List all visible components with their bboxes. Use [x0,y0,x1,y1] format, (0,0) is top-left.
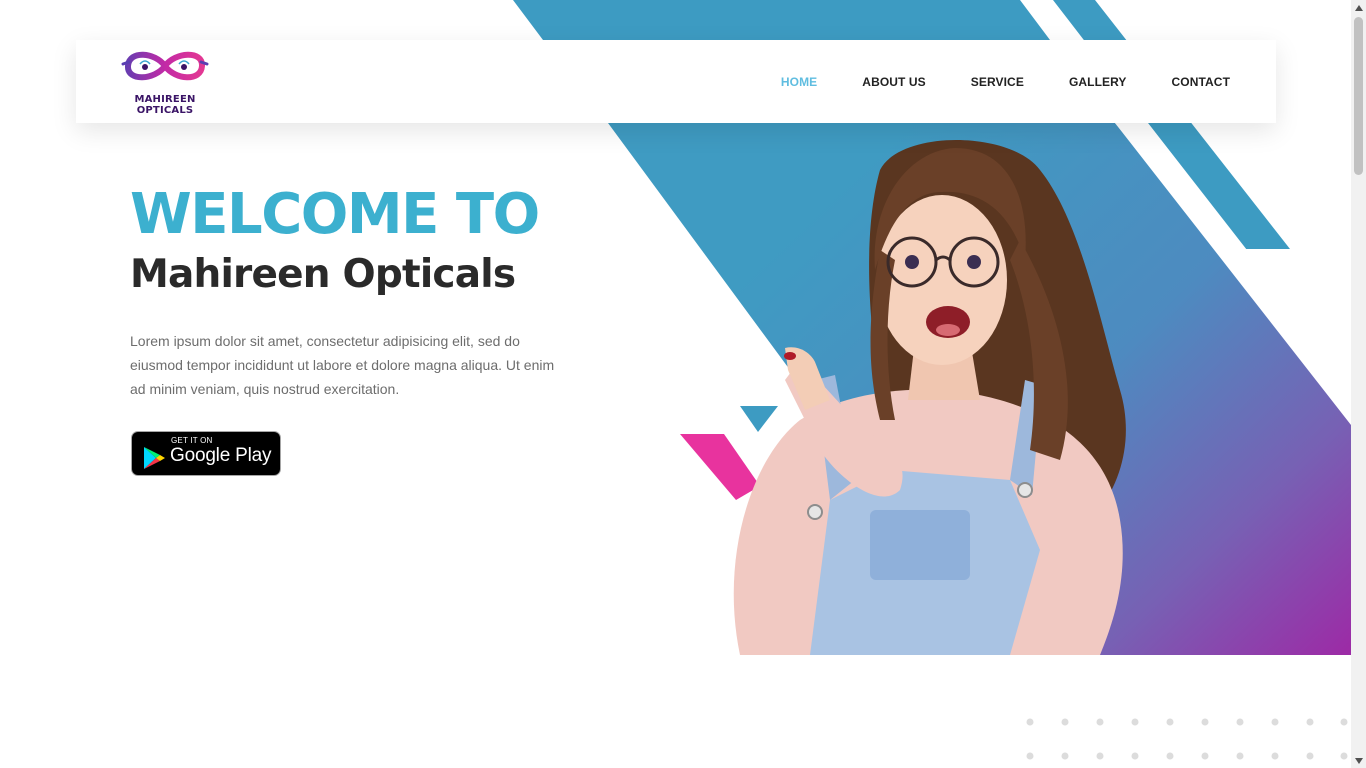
brand-logo[interactable]: MAHIREEN OPTICALS [120,44,210,120]
triangle-up-icon[interactable] [1351,0,1366,15]
nav-item-gallery[interactable]: GALLERY [1069,75,1127,89]
nav-item-contact[interactable]: CONTACT [1172,75,1230,89]
main-nav: HOME ABOUT US SERVICE GALLERY CONTACT [781,40,1230,123]
google-play-icon [144,447,165,469]
logo-line-1: MAHIREEN [134,94,196,105]
google-play-small-text: GET IT ON [171,436,213,445]
nav-item-service[interactable]: SERVICE [971,75,1024,89]
page-viewport: MAHIREEN OPTICALS HOME ABOUT US SERVICE … [0,0,1351,768]
top-band-shape [513,0,1050,40]
triangle-down-icon[interactable] [1351,753,1366,768]
scrollbar-thumb[interactable] [1354,17,1363,175]
google-play-button[interactable]: GET IT ON Google Play [131,431,281,476]
vertical-scrollbar[interactable] [1351,0,1366,768]
infinity-glasses-logo-icon [121,51,209,81]
decorative-dot-grid [1026,718,1348,760]
hero-woman-image [733,140,1126,655]
hero-title-welcome: WELCOME TO [130,182,540,247]
nav-item-about-us[interactable]: ABOUT US [862,75,925,89]
logo-wordmark: MAHIREEN OPTICALS [120,94,210,116]
logo-line-2: OPTICALS [136,105,194,116]
google-play-big-text: Google Play [170,445,272,466]
hero-title-brand: Mahireen Opticals [130,252,516,297]
site-header: MAHIREEN OPTICALS HOME ABOUT US SERVICE … [76,40,1276,123]
nav-item-home[interactable]: HOME [781,75,817,89]
hero-description: Lorem ipsum dolor sit amet, consectetur … [130,333,555,397]
